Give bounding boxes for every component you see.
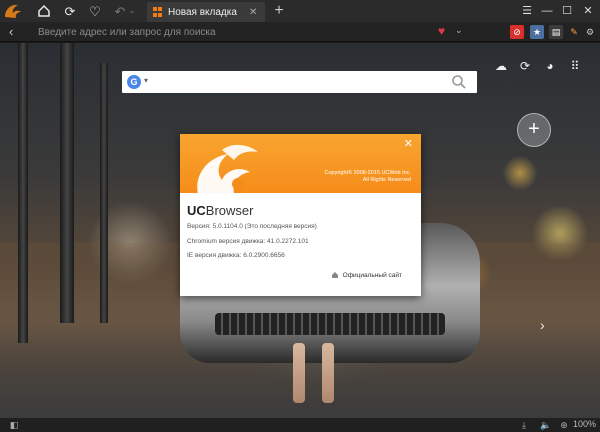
background-pole [60,43,74,323]
sidebar-toggle-icon[interactable]: ◧ [8,419,20,431]
bookmark-heart-icon[interactable]: ♥ [438,24,445,38]
official-site-label: Официальный сайт [342,271,402,279]
about-dialog-banner: ✕ Copyright© 2008-2015 UCWeb Inc. All Ri… [180,134,421,193]
address-bar: ‹ ♥ ⌄ ⊘ ★ ▤ ✎ ⚙ [0,22,600,42]
background-figure [322,343,334,403]
brand-title: UCBrowser [187,203,253,218]
grid-layout-icon[interactable]: ⠿ [568,59,582,73]
minimize-icon[interactable]: — [539,3,555,19]
close-window-icon[interactable]: ✕ [580,3,596,19]
add-speed-dial-button[interactable]: + [517,113,551,147]
background-car-grille [215,313,445,335]
background-pole [18,43,28,343]
copyright-line-2: All Rights Reserved [362,177,411,183]
search-box: G ▾ [122,71,477,93]
star-extension-icon[interactable]: ★ [530,25,544,39]
title-bar: ⟳ ♡ ↶ ⌄ Новая вкладка ✕ + ☰ — ☐ ✕ [0,0,600,22]
about-dialog-close-icon[interactable]: ✕ [404,137,413,150]
address-dropdown-chevron-icon[interactable]: ⌄ [455,25,463,36]
brand-name: Browser [205,203,254,218]
undo-dropdown-chevron-icon[interactable]: ⌄ [124,3,140,19]
tab-title: Новая вкладка [168,6,237,18]
tab-grid-icon [153,7,163,17]
copyright-text: Copyright© 2008-2015 UCWeb Inc. All Righ… [325,170,412,184]
copyright-line-1: Copyright© 2008-2015 UCWeb Inc. [324,170,412,176]
home-icon[interactable] [36,3,52,19]
official-site-link[interactable]: Официальный сайт [331,271,402,279]
background-figure [293,343,305,403]
settings-gear-icon[interactable]: ⚙ [583,25,597,39]
broom-clean-icon[interactable]: ✎ [567,25,581,39]
search-engine-icon[interactable]: G [127,75,141,89]
adblock-extension-icon[interactable]: ⊘ [510,25,524,39]
new-tab-plus-icon[interactable]: + [271,2,287,20]
search-input[interactable] [156,74,436,90]
home-small-icon [331,272,338,278]
cloud-sync-icon[interactable]: ☁ [494,59,508,73]
refresh-icon[interactable]: ⟳ [62,3,78,19]
background-pole [100,63,108,323]
volume-icon[interactable]: 🔈 [540,419,552,431]
version-text: Версия: 5.0.1104.0 (Это последняя версия… [187,223,317,230]
page-refresh-icon[interactable]: ⟳ [518,59,532,73]
zoom-icon[interactable]: ⊕ [558,419,570,431]
status-bar: ◧ ⤓ 🔈 ⊕ 100% [0,418,600,432]
brand-uc: UC [187,203,206,218]
zoom-level[interactable]: 100% [573,419,596,429]
download-icon[interactable]: ⤓ [518,419,530,431]
menu-icon[interactable]: ☰ [519,3,535,19]
ie-version-text: IE версия движка: 6.0.2900.6656 [187,252,285,259]
next-page-arrow-icon[interactable]: › [540,317,545,333]
chromium-version-text: Chromium версия движка: 41.0.2272.101 [187,238,309,245]
uc-squirrel-logo-icon [197,144,258,193]
maximize-icon[interactable]: ☐ [559,3,575,19]
back-arrow-icon[interactable]: ‹ [9,24,13,39]
tab-new-tab[interactable]: Новая вкладка ✕ [147,2,265,22]
tab-close-icon[interactable]: ✕ [249,7,261,18]
about-dialog: ✕ Copyright© 2008-2015 UCWeb Inc. All Ri… [180,134,421,296]
address-input[interactable] [38,25,418,39]
search-icon[interactable] [451,74,467,90]
screenshot-extension-icon[interactable]: ▤ [549,25,563,39]
skin-palette-icon[interactable]: ◕ [543,59,557,73]
uc-browser-logo-icon[interactable] [2,1,24,21]
search-engine-chevron-icon[interactable]: ▾ [144,76,148,85]
favorites-heart-icon[interactable]: ♡ [87,3,103,19]
